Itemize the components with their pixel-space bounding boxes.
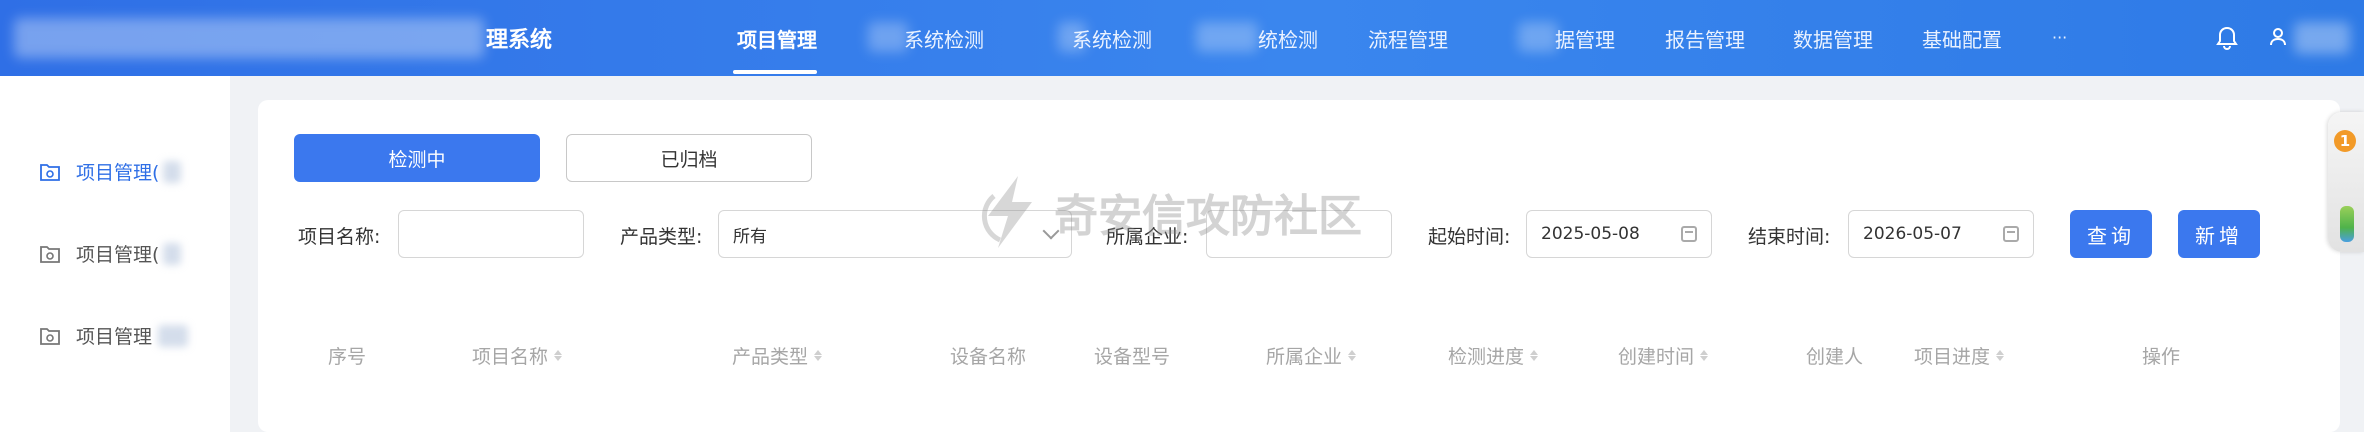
column-header-device-name: 设备名称 bbox=[950, 346, 1027, 368]
nav-blur-1 bbox=[868, 22, 908, 52]
sidebar-label-blur bbox=[163, 160, 182, 183]
sidebar-item-label: 项目管理 bbox=[76, 326, 153, 348]
sidebar-item-project-2[interactable]: 项目管理( bbox=[40, 240, 182, 267]
nav-item-more[interactable]: ··· bbox=[2052, 28, 2067, 47]
nav-item-project-management[interactable]: 项目管理 bbox=[737, 24, 817, 53]
bell-icon[interactable] bbox=[2214, 24, 2240, 52]
product-type-label: 产品类型: bbox=[620, 226, 703, 248]
sidebar-label-blur bbox=[158, 324, 189, 347]
start-date-value: 2025-05-08 bbox=[1541, 224, 1640, 244]
column-header-product-type[interactable]: 产品类型 bbox=[732, 342, 823, 369]
nav-item-process-management[interactable]: 流程管理 bbox=[1368, 24, 1448, 53]
company-input[interactable] bbox=[1206, 210, 1392, 258]
column-header-company[interactable]: 所属企业 bbox=[1266, 342, 1357, 369]
nav-item-system-test-3[interactable]: 统检测 bbox=[1258, 24, 1318, 53]
calendar-icon bbox=[2003, 226, 2019, 242]
sidebar-item-project-3[interactable]: 项目管理 bbox=[40, 322, 189, 349]
user-icon[interactable] bbox=[2268, 26, 2288, 48]
sort-icon[interactable] bbox=[1700, 350, 1709, 361]
project-name-label: 项目名称: bbox=[298, 226, 381, 248]
tab-testing[interactable]: 检测中 bbox=[294, 134, 540, 182]
search-button[interactable]: 查询 bbox=[2070, 210, 2152, 258]
folder-gear-icon bbox=[40, 327, 60, 345]
nav-active-indicator bbox=[733, 70, 817, 74]
add-button[interactable]: 新增 bbox=[2178, 210, 2260, 258]
sidebar: 项目管理( 项目管理( 项目管理 bbox=[0, 76, 230, 432]
top-navbar: 理系统 项目管理 系统检测 系统检测 统检测 流程管理 据管理 报告管理 数据管… bbox=[0, 0, 2364, 76]
brand-title: 理系统 bbox=[486, 28, 553, 53]
product-type-value: 所有 bbox=[733, 226, 767, 247]
nav-item-data-management-1[interactable]: 据管理 bbox=[1555, 24, 1615, 53]
column-header-project-progress[interactable]: 项目进度 bbox=[1914, 342, 2005, 369]
folder-gear-icon bbox=[40, 245, 60, 263]
nav-item-report-management[interactable]: 报告管理 bbox=[1665, 24, 1745, 53]
sort-icon[interactable] bbox=[1530, 350, 1539, 361]
sidebar-label-blur bbox=[163, 242, 182, 265]
column-header-actions: 操作 bbox=[2142, 346, 2181, 368]
project-name-input[interactable] bbox=[398, 210, 584, 258]
tab-archived[interactable]: 已归档 bbox=[566, 134, 812, 182]
sidebar-item-label: 项目管理( bbox=[76, 244, 160, 266]
end-date-value: 2026-05-07 bbox=[1863, 224, 1962, 244]
sort-icon[interactable] bbox=[1348, 350, 1357, 361]
nav-blur-4 bbox=[1518, 22, 1558, 52]
sort-icon[interactable] bbox=[554, 350, 563, 361]
nav-blur-3 bbox=[1196, 22, 1258, 52]
sort-icon[interactable] bbox=[1996, 350, 2005, 361]
calendar-icon bbox=[1681, 226, 1697, 242]
nav-item-system-test-1[interactable]: 系统检测 bbox=[904, 24, 984, 53]
start-date-picker[interactable]: 2025-05-08 bbox=[1526, 210, 1712, 258]
nav-item-data-management-2[interactable]: 数据管理 bbox=[1793, 24, 1873, 53]
end-time-label: 结束时间: bbox=[1748, 226, 1831, 248]
sidebar-item-label: 项目管理( bbox=[76, 162, 160, 184]
sidebar-item-project-1[interactable]: 项目管理( bbox=[40, 158, 182, 185]
column-header-index: 序号 bbox=[328, 346, 367, 368]
nav-item-system-test-2[interactable]: 系统检测 bbox=[1072, 24, 1152, 53]
company-label: 所属企业: bbox=[1106, 226, 1189, 248]
brand-logo-blurred bbox=[14, 18, 484, 58]
product-type-select[interactable]: 所有 bbox=[718, 210, 1072, 258]
folder-gear-icon bbox=[40, 163, 60, 181]
column-header-test-progress[interactable]: 检测进度 bbox=[1448, 342, 1539, 369]
gauge-icon bbox=[2340, 206, 2354, 242]
column-header-creator: 创建人 bbox=[1806, 346, 1864, 368]
column-header-created-time[interactable]: 创建时间 bbox=[1618, 342, 1709, 369]
column-header-device-model: 设备型号 bbox=[1094, 346, 1171, 368]
start-time-label: 起始时间: bbox=[1428, 226, 1511, 248]
sort-icon[interactable] bbox=[814, 350, 823, 361]
chevron-down-icon bbox=[1042, 222, 1060, 240]
column-header-project-name[interactable]: 项目名称 bbox=[472, 342, 563, 369]
end-date-picker[interactable]: 2026-05-07 bbox=[1848, 210, 2034, 258]
notification-badge[interactable]: 1 bbox=[2334, 130, 2356, 152]
nav-item-basic-config[interactable]: 基础配置 bbox=[1922, 24, 2002, 53]
username-blurred bbox=[2294, 22, 2350, 54]
